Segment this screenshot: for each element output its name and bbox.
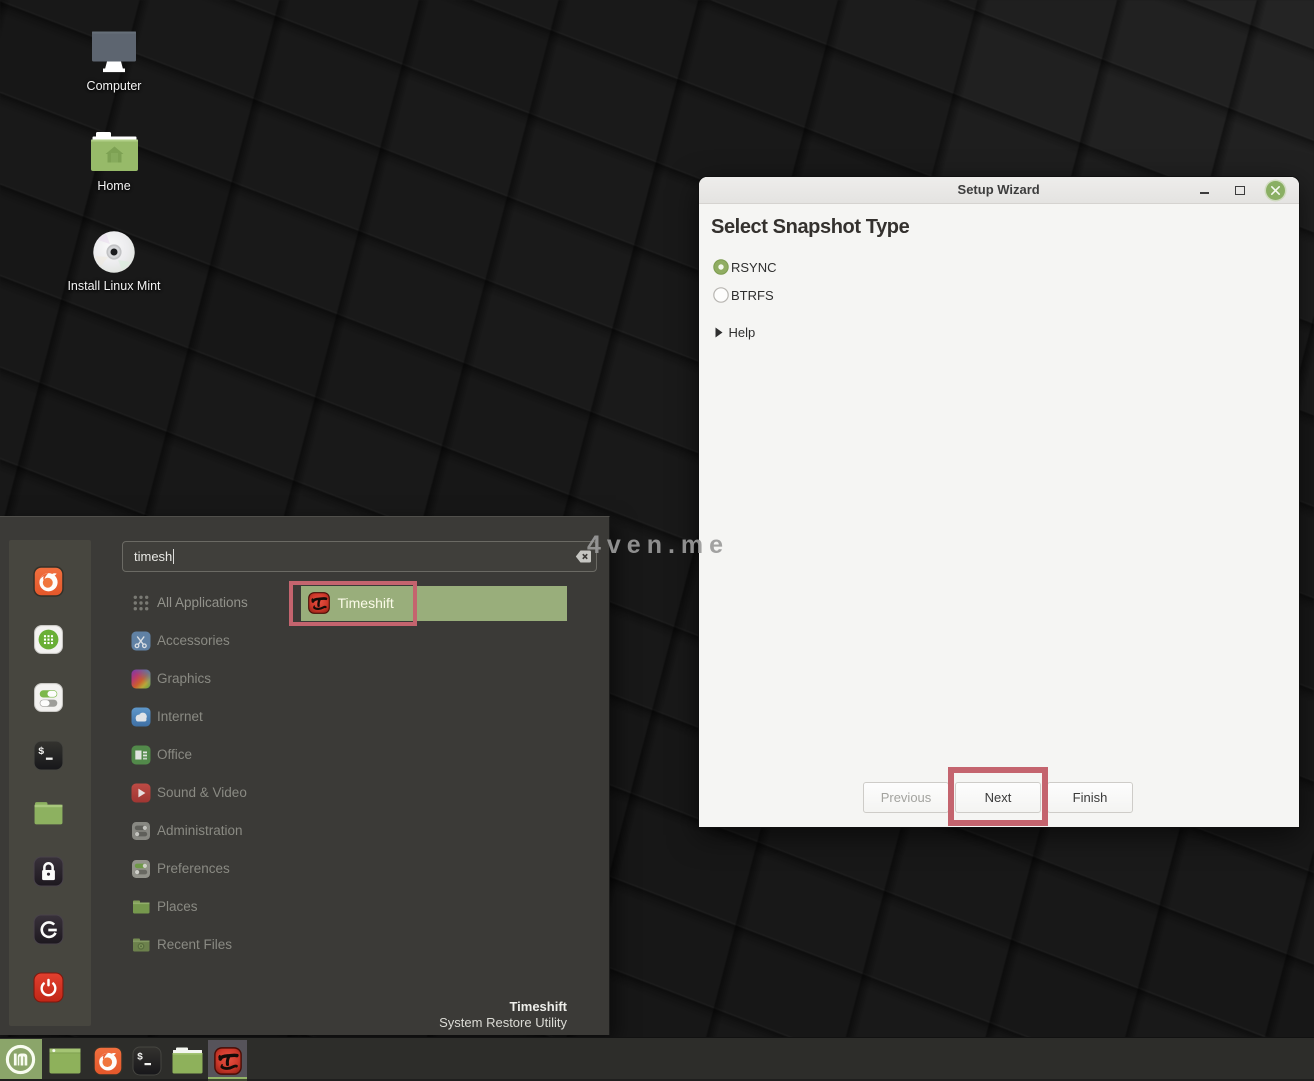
svg-text:$: $	[137, 1051, 143, 1063]
svg-text:$: $	[38, 745, 44, 757]
